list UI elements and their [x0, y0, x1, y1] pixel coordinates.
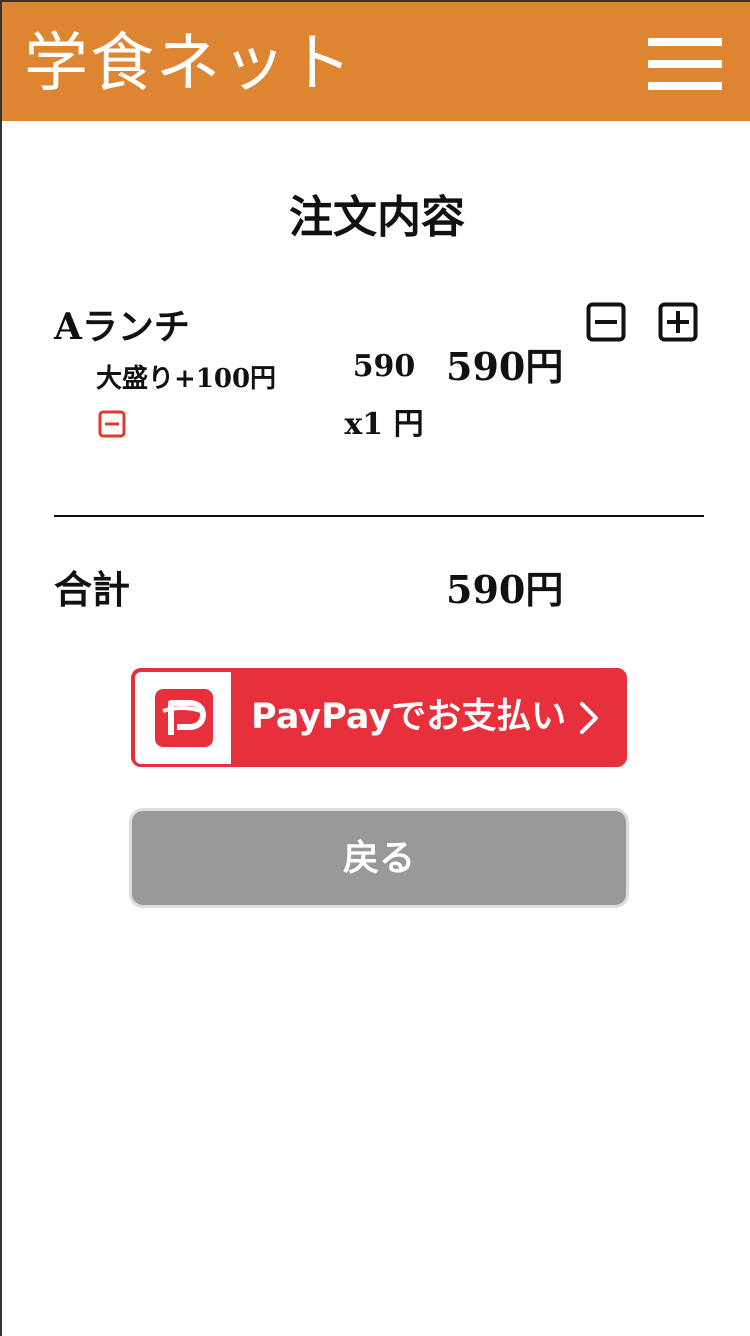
page-title: 注文内容 — [289, 192, 465, 243]
hamburger-menu-button[interactable] — [648, 38, 722, 90]
hamburger-menu-icon-middle — [648, 60, 722, 68]
app-header: 学食ネット — [2, 0, 750, 121]
paypay-button-label: PayPayでお支払い — [251, 697, 567, 737]
total-value: 590円 — [446, 567, 564, 612]
paypay-logo — [135, 672, 231, 764]
option-remove-button[interactable] — [98, 410, 126, 438]
plus-box-icon — [658, 302, 698, 342]
item-line-total: 590円 — [446, 344, 564, 389]
item-option-label: 大盛り+100円 — [96, 364, 277, 394]
minus-box-icon — [98, 410, 126, 438]
hamburger-menu-icon — [648, 38, 722, 46]
item-unit-price: 590 x1 円 — [344, 349, 424, 442]
hamburger-menu-icon-bottom — [648, 82, 722, 90]
paypay-payment-button[interactable]: PayPayでお支払い — [131, 668, 627, 767]
order-divider — [54, 515, 704, 517]
app-logo[interactable]: 学食ネット — [24, 26, 354, 102]
back-button[interactable]: 戻る — [129, 808, 629, 908]
decrease-quantity-button[interactable] — [586, 302, 626, 342]
minus-box-icon — [586, 302, 626, 342]
chevron-right-icon — [580, 702, 598, 734]
total-label: 合計 — [54, 567, 131, 612]
item-name: Aランチ — [54, 306, 190, 348]
paypay-logo-icon — [155, 689, 213, 747]
increase-quantity-button[interactable] — [658, 302, 698, 342]
